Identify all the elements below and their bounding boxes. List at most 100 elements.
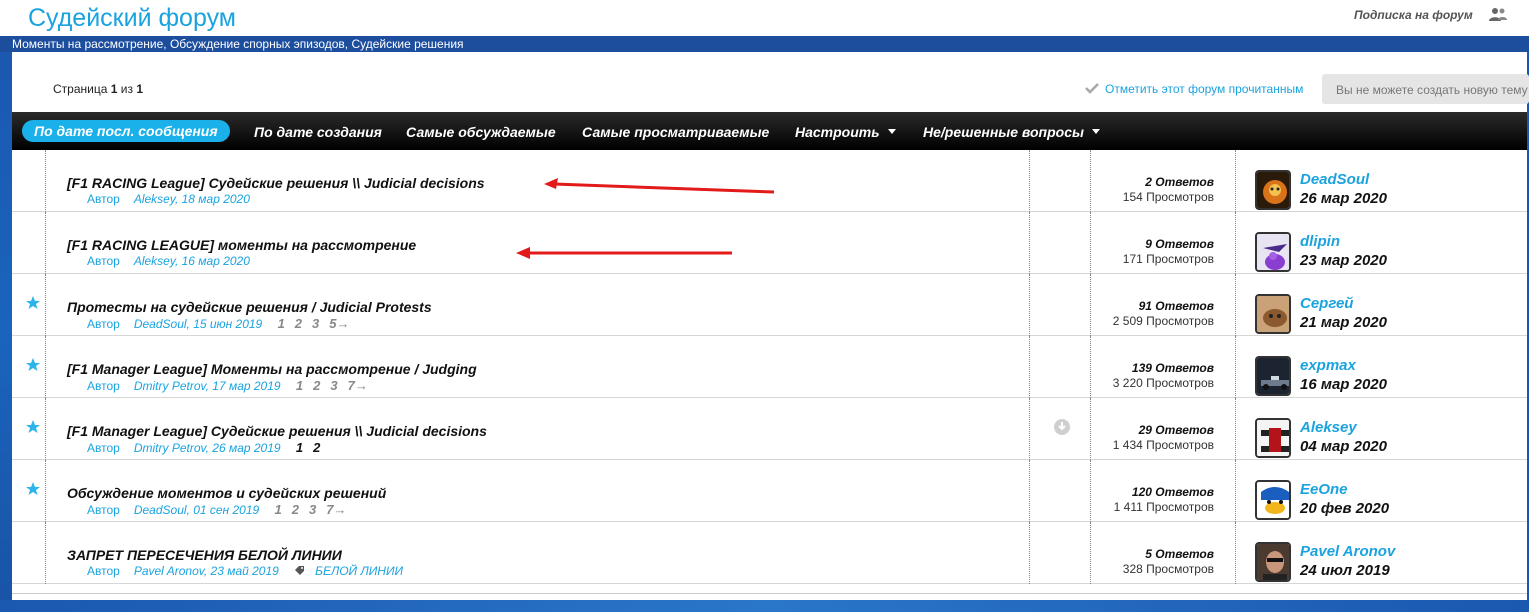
topic-title[interactable]: [F1 RACING LEAGUE] моменты на рассмотрен… [67, 237, 416, 253]
topic-row[interactable]: [F1 Manager League] Моменты на рассмотре… [12, 336, 1527, 398]
avatar[interactable] [1255, 232, 1291, 272]
page-label: Страница [53, 82, 108, 96]
new-topic-button-disabled[interactable]: Вы не можете создать новую тему [1322, 74, 1529, 104]
mark-read-label: Отметить этот форум прочитанным [1105, 82, 1304, 96]
topic-meta: Автор Aleksey, 16 мар 2020 [87, 254, 250, 268]
tab-resolved-label: Не/решенные вопросы [923, 124, 1084, 140]
page-link[interactable]: 7→ [348, 378, 368, 393]
views-count: 1 411 Просмотров [1113, 500, 1214, 514]
topic-meta: Автор Dmitry Petrov, 26 мар 2019 12 [87, 440, 330, 455]
users-icon[interactable] [1488, 6, 1508, 22]
author-label: Автор [87, 379, 120, 393]
topic-meta: Автор Dmitry Petrov, 17 мар 2019 1 2 3 7→ [87, 378, 378, 393]
topic-row[interactable]: [F1 Manager League] Судейские решения \\… [12, 398, 1527, 460]
forum-title[interactable]: Судейский форум [28, 4, 236, 33]
page-link[interactable]: 3 [330, 378, 337, 393]
topic-row[interactable]: [F1 RACING LEAGUE] моменты на рассмотрен… [12, 212, 1527, 274]
last-post-date: 16 мар 2020 [1300, 376, 1387, 393]
last-poster[interactable]: Pavel Aronov [1300, 543, 1395, 560]
topic-starter[interactable]: DeadSoul, 15 июн 2019 [134, 317, 262, 331]
avatar-image [1257, 482, 1289, 518]
topic-meta: Автор Aleksey, 18 мар 2020 [87, 192, 250, 206]
page-link[interactable]: 5→ [329, 316, 349, 331]
avatar[interactable] [1255, 294, 1291, 334]
tab-most-discussed[interactable]: Самые обсуждаемые [406, 124, 556, 140]
subscribe-link[interactable]: Подписка на форум [1354, 8, 1473, 22]
page-link[interactable]: 2 [313, 440, 320, 455]
topic-starter[interactable]: Pavel Aronov, 23 май 2019 [134, 564, 279, 578]
last-poster[interactable]: EeOne [1300, 481, 1348, 498]
topic-starter[interactable]: Aleksey, 18 мар 2020 [134, 192, 250, 206]
topic-title[interactable]: Протесты на судейские решения / Judicial… [67, 299, 432, 315]
replies-count: 9 Ответов [1145, 237, 1214, 251]
topic-row[interactable]: Протесты на судейские решения / Judicial… [12, 274, 1527, 336]
tab-customize-label: Настроить [795, 124, 880, 140]
topic-title[interactable]: [F1 Manager League] Моменты на рассмотре… [67, 361, 477, 377]
topic-title[interactable]: ЗАПРЕТ ПЕРЕСЕЧЕНИЯ БЕЛОЙ ЛИНИИ [67, 547, 342, 563]
last-poster[interactable]: dlipin [1300, 233, 1340, 250]
topic-pages: 1 2 3 7→ [275, 502, 357, 517]
page-link[interactable]: 7→ [326, 502, 346, 517]
topic-title[interactable]: [F1 Manager League] Судейские решения \\… [67, 423, 487, 439]
page-link[interactable]: 3 [309, 502, 316, 517]
breadcrumb[interactable]: Моменты на рассмотрение, Обсуждение спор… [12, 37, 464, 51]
background-left [0, 52, 12, 612]
avatar[interactable] [1255, 542, 1291, 582]
author-label: Автор [87, 254, 120, 268]
page-link[interactable]: 3 [312, 316, 319, 331]
sort-tabs: По дате посл. сообщения По дате создания… [12, 112, 1527, 150]
last-poster[interactable]: DeadSoul [1300, 171, 1369, 188]
page-link[interactable]: 1 [275, 502, 282, 517]
forum-page: Судейский форум Подписка на форум Момент… [0, 0, 1529, 612]
replies-count: 2 Ответов [1145, 175, 1214, 189]
star-icon [26, 420, 40, 433]
tag-icon [295, 566, 305, 575]
red-arrow-annotation [544, 178, 775, 194]
topic-pages: 1 2 3 7→ [296, 378, 378, 393]
page-link[interactable]: 1 [278, 316, 285, 331]
topic-row[interactable]: Обсуждение моментов и судейских решений … [12, 460, 1527, 522]
topic-tag[interactable]: БЕЛОЙ ЛИНИИ [315, 564, 403, 578]
avatar[interactable] [1255, 418, 1291, 458]
last-poster[interactable]: expmax [1300, 357, 1356, 374]
avatar[interactable] [1255, 356, 1291, 396]
background-bottom [0, 600, 1529, 612]
topic-title[interactable]: Обсуждение моментов и судейских решений [67, 485, 386, 501]
column-divider [1235, 336, 1236, 398]
mark-read-link[interactable]: Отметить этот форум прочитанным [1085, 82, 1303, 96]
page-link[interactable]: 2 [295, 316, 302, 331]
topic-starter[interactable]: Dmitry Petrov, 26 мар 2019 [134, 441, 281, 455]
topic-title[interactable]: [F1 RACING League] Судейские решения \\ … [67, 175, 485, 191]
views-count: 328 Просмотров [1122, 562, 1214, 576]
avatar-image [1257, 544, 1289, 580]
tab-last-post-date[interactable]: По дате посл. сообщения [22, 120, 230, 142]
avatar-image [1257, 358, 1289, 394]
page-link[interactable]: 1 [296, 378, 303, 393]
replies-count: 5 Ответов [1145, 547, 1214, 561]
last-poster[interactable]: Сергей [1300, 295, 1353, 312]
tab-creation-date[interactable]: По дате создания [254, 124, 382, 140]
topic-row[interactable]: ЗАПРЕТ ПЕРЕСЕЧЕНИЯ БЕЛОЙ ЛИНИИ Автор Pave… [12, 522, 1527, 584]
last-poster[interactable]: Aleksey [1300, 419, 1357, 436]
views-count: 171 Просмотров [1122, 252, 1214, 266]
views-count: 3 220 Просмотров [1112, 376, 1214, 390]
column-divider [45, 150, 46, 212]
topic-starter[interactable]: DeadSoul, 01 сен 2019 [134, 503, 259, 517]
tab-customize[interactable]: Настроить [795, 124, 896, 140]
page-link[interactable]: 2 [313, 378, 320, 393]
page-link[interactable]: 2 [292, 502, 299, 517]
topic-pages: 1 2 3 5→ [278, 316, 360, 331]
last-post-date: 24 июл 2019 [1300, 562, 1390, 579]
tab-resolved-filter[interactable]: Не/решенные вопросы [923, 124, 1100, 140]
tab-most-viewed[interactable]: Самые просматриваемые [582, 124, 769, 140]
topic-starter[interactable]: Aleksey, 16 мар 2020 [134, 254, 250, 268]
page-link[interactable]: 1 [296, 440, 303, 455]
page-of: из [120, 82, 133, 96]
avatar[interactable] [1255, 480, 1291, 520]
author-label: Автор [87, 564, 120, 578]
views-count: 2 509 Просмотров [1112, 314, 1214, 328]
topic-starter[interactable]: Dmitry Petrov, 17 мар 2019 [134, 379, 281, 393]
avatar[interactable] [1255, 170, 1291, 210]
replies-count: 91 Ответов [1138, 299, 1214, 313]
topic-meta: Автор DeadSoul, 15 июн 2019 1 2 3 5→ [87, 316, 360, 331]
